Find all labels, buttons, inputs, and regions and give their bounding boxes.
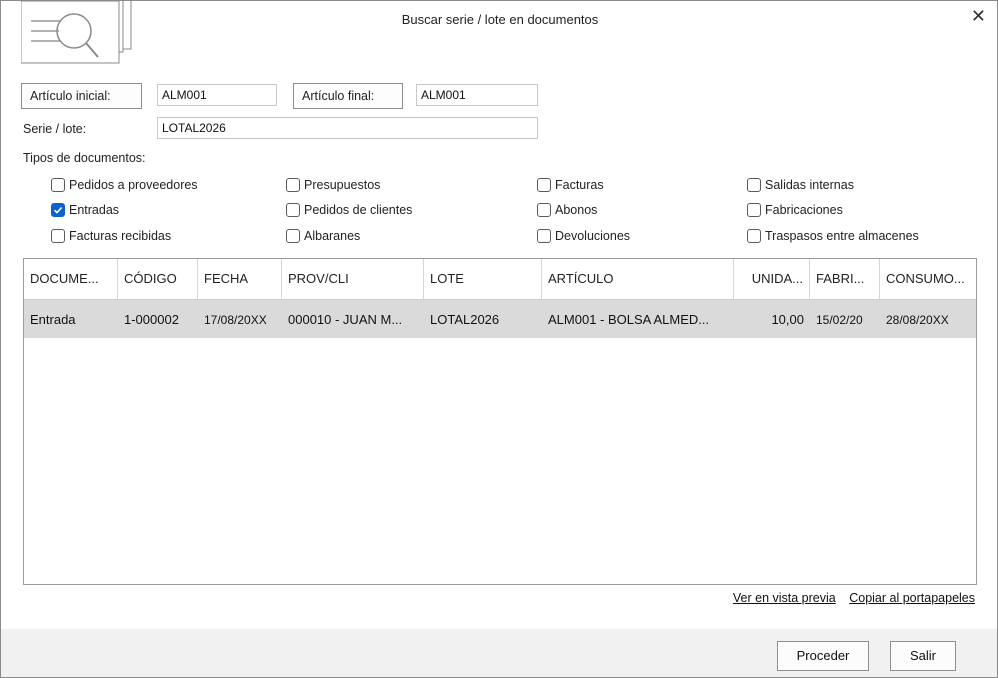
articulo-inicial-input[interactable]: ALM001 xyxy=(157,84,277,106)
checkbox-box[interactable] xyxy=(286,229,300,243)
checkbox-devoluciones[interactable]: Devoluciones xyxy=(537,229,630,243)
checkbox-box[interactable] xyxy=(51,229,65,243)
checkmark-icon xyxy=(53,206,63,214)
checkbox-box[interactable] xyxy=(286,203,300,217)
checkbox-box[interactable] xyxy=(286,178,300,192)
action-links: Ver en vista previa Copiar al portapapel… xyxy=(723,591,975,605)
checkbox-label: Abonos xyxy=(555,203,598,217)
proceed-button[interactable]: Proceder xyxy=(777,641,869,671)
cell-codigo: 1-000002 xyxy=(124,312,179,327)
checkbox-traspasos[interactable]: Traspasos entre almacenes xyxy=(747,229,919,243)
checkbox-box[interactable] xyxy=(537,229,551,243)
cell-lote: LOTAL2026 xyxy=(430,312,500,327)
checkbox-entradas[interactable]: Entradas xyxy=(51,203,119,217)
serie-lote-input[interactable]: LOTAL2026 xyxy=(157,117,538,139)
checkbox-label: Entradas xyxy=(69,203,120,217)
checkbox-presupuestos[interactable]: Presupuestos xyxy=(286,178,380,192)
dialog-window: Buscar serie / lote en documentos ✕ Artí… xyxy=(0,0,998,678)
checkbox-box[interactable] xyxy=(537,203,551,217)
checkbox-box[interactable] xyxy=(747,178,761,192)
checkbox-label: Devoluciones xyxy=(555,229,631,243)
checkbox-abonos[interactable]: Abonos xyxy=(537,203,597,217)
grid-header: DOCUME... CÓDIGO FECHA PROV/CLI LOTE ART… xyxy=(24,259,976,300)
column-header-documento[interactable]: DOCUME... xyxy=(24,259,118,299)
checkbox-box[interactable] xyxy=(51,178,65,192)
checkbox-label: Facturas recibidas xyxy=(69,229,172,243)
checkbox-facturas-recibidas[interactable]: Facturas recibidas xyxy=(51,229,171,243)
checkbox-label: Pedidos a proveedores xyxy=(69,178,198,192)
column-header-prov-cli[interactable]: PROV/CLI xyxy=(282,259,424,299)
cell-consumo: 28/08/20XX xyxy=(886,313,949,327)
results-grid[interactable]: DOCUME... CÓDIGO FECHA PROV/CLI LOTE ART… xyxy=(23,258,977,585)
checkbox-label: Traspasos entre almacenes xyxy=(765,229,919,243)
checkbox-fabricaciones[interactable]: Fabricaciones xyxy=(747,203,843,217)
articulo-final-label: Artículo final: xyxy=(293,83,403,109)
column-header-fecha[interactable]: FECHA xyxy=(198,259,282,299)
checkbox-facturas[interactable]: Facturas xyxy=(537,178,604,192)
checkbox-label: Fabricaciones xyxy=(765,203,843,217)
checkbox-label: Albaranes xyxy=(304,229,361,243)
dialog-title: Buscar serie / lote en documentos xyxy=(401,12,599,27)
checkbox-salidas-internas[interactable]: Salidas internas xyxy=(747,178,854,192)
checkbox-box[interactable] xyxy=(747,203,761,217)
cell-prov-cli: 000010 - JUAN M... xyxy=(288,312,403,327)
copy-clipboard-link[interactable]: Copiar al portapapeles xyxy=(849,591,975,605)
checkbox-label: Presupuestos xyxy=(304,178,381,192)
column-header-articulo[interactable]: ARTÍCULO xyxy=(542,259,734,299)
cell-fabricacion: 15/02/20 xyxy=(816,313,863,327)
table-row[interactable]: Entrada 1-000002 17/08/20XX 000010 - JUA… xyxy=(24,300,976,338)
column-header-lote[interactable]: LOTE xyxy=(424,259,542,299)
cell-documento: Entrada xyxy=(30,312,76,327)
checkbox-pedidos-proveedores[interactable]: Pedidos a proveedores xyxy=(51,178,198,192)
checkbox-box[interactable] xyxy=(747,229,761,243)
cell-fecha: 17/08/20XX xyxy=(204,313,267,327)
checkbox-box[interactable] xyxy=(537,178,551,192)
column-header-consumo[interactable]: CONSUMO... xyxy=(880,259,976,299)
checkbox-label: Salidas internas xyxy=(765,178,854,192)
doc-types-label: Tipos de documentos: xyxy=(23,151,146,165)
column-header-codigo[interactable]: CÓDIGO xyxy=(118,259,198,299)
column-header-unidades[interactable]: UNIDA... xyxy=(734,259,810,299)
articulo-final-input[interactable]: ALM001 xyxy=(416,84,538,106)
cell-unidades: 10,00 xyxy=(771,312,804,327)
articulo-inicial-label: Artículo inicial: xyxy=(21,83,142,109)
checkbox-albaranes[interactable]: Albaranes xyxy=(286,229,360,243)
checkbox-pedidos-clientes[interactable]: Pedidos de clientes xyxy=(286,203,412,217)
checkbox-label: Facturas xyxy=(555,178,604,192)
cell-articulo: ALM001 - BOLSA ALMED... xyxy=(548,312,710,327)
serie-lote-label: Serie / lote: xyxy=(23,122,87,136)
exit-button[interactable]: Salir xyxy=(890,641,956,671)
search-documents-icon xyxy=(21,1,132,64)
column-header-fabricacion[interactable]: FABRI... xyxy=(810,259,880,299)
close-icon[interactable]: ✕ xyxy=(971,6,986,26)
checkbox-box[interactable] xyxy=(51,203,65,217)
checkbox-label: Pedidos de clientes xyxy=(304,203,413,217)
preview-link[interactable]: Ver en vista previa xyxy=(733,591,836,605)
